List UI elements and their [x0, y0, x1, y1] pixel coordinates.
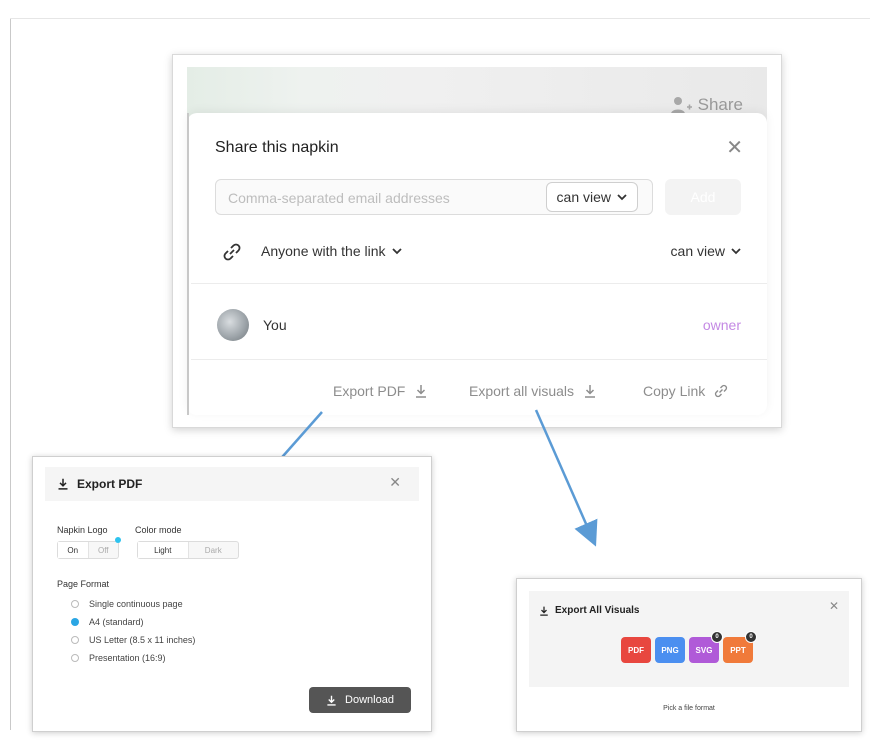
radio-button[interactable] [71, 636, 79, 644]
page-format-option-label: US Letter (8.5 x 11 inches) [89, 635, 196, 645]
chevron-down-icon [731, 248, 741, 255]
format-pdf-button[interactable]: PDF [621, 637, 651, 663]
export-visuals-title: Export All Visuals [539, 605, 639, 616]
link-access-dropdown[interactable]: Anyone with the link [261, 243, 402, 259]
link-access-row: Anyone with the link can view [221, 241, 741, 265]
share-title: Share this napkin [215, 139, 339, 156]
download-icon [416, 385, 427, 398]
divider [191, 359, 767, 360]
download-icon [540, 606, 548, 616]
export-visuals-body: Export All Visuals ✕ PDF PNG SVG 0 PPT 0 [529, 591, 849, 687]
member-row: You owner [217, 309, 741, 341]
arrow-to-export-visuals [534, 409, 598, 547]
share-dialog-screenshot: Share Share this napkin ✕ can view Add A… [172, 54, 782, 428]
panel-left-border [187, 113, 189, 415]
chevron-down-icon [391, 248, 402, 255]
radio-button-selected[interactable] [71, 618, 79, 626]
copy-link-link[interactable]: Copy Link [643, 383, 729, 399]
link-access-label: Anyone with the link [261, 243, 386, 259]
avatar [217, 309, 249, 341]
napkin-logo-toggle[interactable]: On Off [57, 541, 119, 559]
export-pdf-label: Export PDF [333, 383, 406, 399]
page-format-option-label: A4 (standard) [89, 617, 144, 627]
link-permission-label: can view [670, 243, 725, 259]
format-png-button[interactable]: PNG [655, 637, 685, 663]
export-pdf-link[interactable]: Export PDF [333, 383, 429, 399]
download-icon [327, 695, 336, 706]
color-mode-toggle[interactable]: Light Dark [137, 541, 239, 559]
export-all-visuals-panel: Export All Visuals ✕ PDF PNG SVG 0 PPT 0… [516, 578, 862, 732]
share-footer: Export PDF Export all visuals Copy Link [187, 383, 767, 407]
close-icon[interactable]: ✕ [389, 474, 401, 491]
link-icon [715, 384, 728, 398]
count-badge: 0 [745, 631, 757, 643]
add-user-icon [670, 97, 692, 114]
format-label: PNG [661, 645, 679, 655]
format-buttons: PDF PNG SVG 0 PPT 0 [621, 631, 757, 663]
format-label: PPT [730, 645, 746, 655]
topbar-share-button[interactable]: Share [670, 95, 743, 115]
napkin-logo-label: Napkin Logo [57, 525, 108, 535]
page-frame-top [10, 18, 870, 19]
format-svg-button[interactable]: SVG 0 [689, 631, 723, 663]
export-pdf-panel: Export PDF ✕ Napkin Logo Color mode On O… [32, 456, 432, 732]
member-name: You [263, 317, 287, 333]
download-label: Download [345, 694, 394, 706]
page-format-option[interactable]: Presentation (16:9) [71, 653, 166, 663]
topbar-share-label: Share [697, 95, 743, 114]
member-role: owner [702, 317, 741, 333]
page-format-option[interactable]: Single continuous page [71, 599, 183, 609]
count-badge: 0 [711, 631, 723, 643]
link-icon [223, 243, 241, 261]
format-label: SVG [695, 645, 713, 655]
page-format-label: Page Format [57, 579, 110, 589]
format-hint: Pick a file format [663, 705, 715, 712]
export-all-visuals-link[interactable]: Export all visuals [469, 383, 598, 399]
divider [191, 283, 767, 284]
format-label: PDF [628, 645, 644, 655]
export-visuals-title-text: Export All Visuals [555, 605, 640, 616]
export-pdf-title-text: Export PDF [77, 477, 143, 491]
logo-on-option[interactable]: On [58, 542, 89, 558]
email-field[interactable]: can view [215, 179, 653, 216]
close-icon[interactable]: ✕ [726, 135, 743, 160]
email-input[interactable] [226, 180, 530, 216]
format-ppt-button[interactable]: PPT 0 [723, 631, 757, 663]
page-format-option-label: Single continuous page [89, 599, 183, 609]
page-format-option[interactable]: A4 (standard) [71, 617, 144, 627]
download-icon [585, 385, 596, 398]
notification-dot [115, 537, 121, 543]
download-icon [58, 478, 68, 490]
page-format-option-label: Presentation (16:9) [89, 653, 166, 663]
export-all-visuals-label: Export all visuals [469, 383, 575, 399]
page-frame-left [10, 18, 11, 730]
invite-permission-label: can view [556, 189, 611, 205]
link-permission-dropdown[interactable]: can view [671, 243, 741, 259]
export-pdf-title: Export PDF [57, 477, 142, 491]
color-light-option[interactable]: Light [138, 542, 189, 558]
radio-button[interactable] [71, 654, 79, 662]
copy-link-label: Copy Link [643, 383, 706, 399]
close-icon[interactable]: ✕ [829, 599, 839, 613]
download-button[interactable]: Download [309, 687, 411, 713]
page-format-option[interactable]: US Letter (8.5 x 11 inches) [71, 635, 195, 645]
color-mode-label: Color mode [135, 525, 182, 535]
invite-permission-select[interactable]: can view [545, 182, 638, 212]
chevron-down-icon [617, 194, 627, 201]
logo-off-option[interactable]: Off [89, 542, 119, 558]
export-pdf-header: Export PDF ✕ [45, 467, 419, 501]
color-dark-option[interactable]: Dark [189, 542, 239, 558]
radio-button[interactable] [71, 600, 79, 608]
add-button[interactable]: Add [665, 179, 741, 215]
share-panel: Share this napkin ✕ can view Add Anyone … [187, 113, 767, 415]
